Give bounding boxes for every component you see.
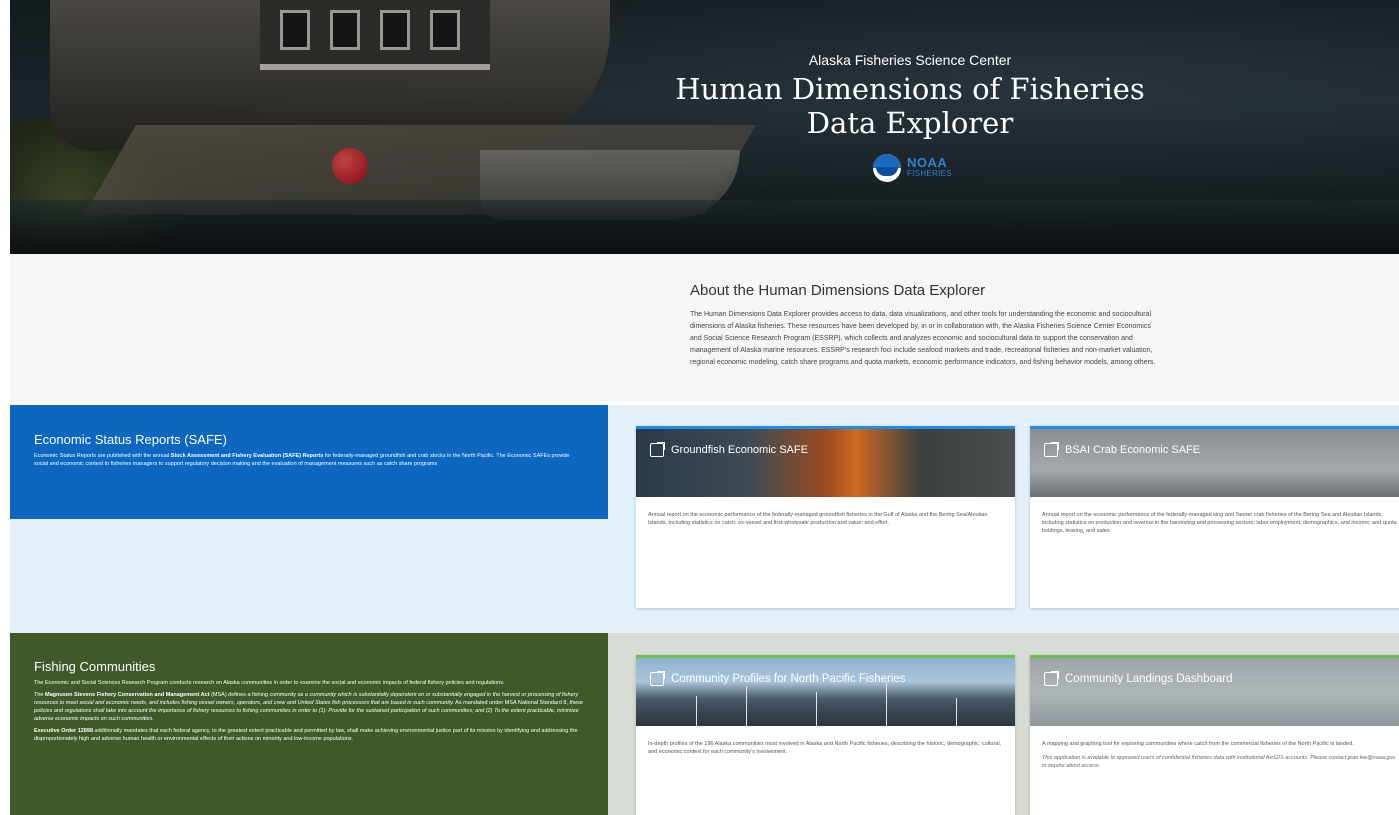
page-title-line2: Data Explorer xyxy=(806,106,1014,140)
external-link-icon xyxy=(650,442,665,457)
card-community-profiles[interactable]: Community Profiles for North Pacific Fis… xyxy=(636,655,1015,815)
external-link-icon xyxy=(1044,442,1059,457)
economic-reports-section: Economic Status Reports (SAFE) Economic … xyxy=(10,405,1399,633)
p2-mid: (MSA) defines a fishing community as xyxy=(209,692,305,698)
card-header: Community Profiles for North Pacific Fis… xyxy=(650,671,906,686)
economic-desc-pre: Economic Status Reports are published wi… xyxy=(34,453,171,459)
mast xyxy=(746,686,747,726)
fishing-communities-panel: Fishing Communities The Economic and Soc… xyxy=(10,633,608,815)
card-description-text: A mapping and graphing tool for explorin… xyxy=(1042,741,1354,747)
card-image: Community Profiles for North Pacific Fis… xyxy=(636,658,1015,726)
card-description: Annual report on the economic performanc… xyxy=(648,512,988,526)
card-header: BSAI Crab Economic SAFE xyxy=(1044,442,1201,457)
card-header: Groundfish Economic SAFE xyxy=(650,442,808,457)
card-title: Community Profiles for North Pacific Fis… xyxy=(671,673,906,685)
about-title: About the Human Dimensions Data Explorer xyxy=(690,282,986,299)
about-section: About the Human Dimensions Data Explorer… xyxy=(10,254,1399,402)
card-title: Groundfish Economic SAFE xyxy=(671,444,808,456)
card-title: BSAI Crab Economic SAFE xyxy=(1065,444,1201,456)
about-body: The Human Dimensions Data Explorer provi… xyxy=(690,311,1156,366)
page-title: Human Dimensions of Fisheries Data Explo… xyxy=(630,72,1190,140)
card-image: BSAI Crab Economic SAFE xyxy=(1030,429,1399,497)
msa-link[interactable]: Magnuson Stevens Fishery Conservation an… xyxy=(45,692,210,698)
fishing-communities-title: Fishing Communities xyxy=(34,659,156,674)
noaa-wordmark-top: NOAA xyxy=(907,155,948,170)
card-header: Community Landings Dashboard xyxy=(1044,671,1233,686)
economic-reports-panel: Economic Status Reports (SAFE) Economic … xyxy=(10,405,608,519)
hero-banner: Alaska Fisheries Science Center Human Di… xyxy=(10,0,1399,254)
economic-reports-title: Economic Status Reports (SAFE) xyxy=(34,432,227,447)
about-content: About the Human Dimensions Data Explorer… xyxy=(690,282,1160,369)
card-groundfish-economic-safe[interactable]: Groundfish Economic SAFE Annual report o… xyxy=(636,426,1015,608)
mast xyxy=(696,696,697,726)
card-community-landings-dashboard[interactable]: Community Landings Dashboard A mapping a… xyxy=(1030,655,1399,815)
fishing-communities-section: Fishing Communities The Economic and Soc… xyxy=(10,633,1399,815)
communities-paragraph-3: Executive Order 12898 additionally manda… xyxy=(34,727,584,743)
card-image: Groundfish Economic SAFE xyxy=(636,429,1015,497)
mast xyxy=(886,682,887,726)
mast xyxy=(816,692,817,726)
card-description: Annual report on the economic performanc… xyxy=(1042,512,1397,534)
p2-mid2: As mandated under MSA National Standard … xyxy=(453,700,570,706)
economic-reports-description: Economic Status Reports are published wi… xyxy=(34,452,584,468)
noaa-wordmark: NOAA FISHERIES xyxy=(907,155,952,179)
card-description: In-depth profiles of the 196 Alaska comm… xyxy=(648,741,1002,755)
hero-text: Alaska Fisheries Science Center Human Di… xyxy=(630,52,1190,140)
card-description: A mapping and graphing tool for explorin… xyxy=(1030,726,1399,770)
card-image: Community Landings Dashboard xyxy=(1030,658,1399,726)
page-title-line1: Human Dimensions of Fisheries xyxy=(675,72,1145,106)
p3-post: additionally mandates that each federal … xyxy=(34,728,578,742)
external-link-icon xyxy=(650,671,665,686)
executive-order-link[interactable]: Executive Order 12898 xyxy=(34,728,93,734)
noaa-fisheries-logo[interactable]: NOAA FISHERIES xyxy=(873,154,952,182)
mast xyxy=(956,698,957,726)
noaa-wordmark-bottom: FISHERIES xyxy=(907,169,952,178)
card-bsai-crab-economic-safe[interactable]: BSAI Crab Economic SAFE Annual report on… xyxy=(1030,426,1399,608)
external-link-icon xyxy=(1044,671,1059,686)
card-title: Community Landings Dashboard xyxy=(1065,673,1233,685)
communities-paragraph-1: The Economic and Social Sciences Researc… xyxy=(34,680,505,686)
noaa-emblem-icon xyxy=(873,154,901,182)
hero-kicker: Alaska Fisheries Science Center xyxy=(808,52,1012,68)
p2-pre: The xyxy=(34,692,46,698)
safe-reports-link[interactable]: Stock Assessment and Fishery Evaluation … xyxy=(171,453,324,459)
card-access-note: This application is available to approve… xyxy=(1042,755,1396,769)
communities-paragraph-2: The Magnuson Stevens Fishery Conservatio… xyxy=(34,691,584,723)
